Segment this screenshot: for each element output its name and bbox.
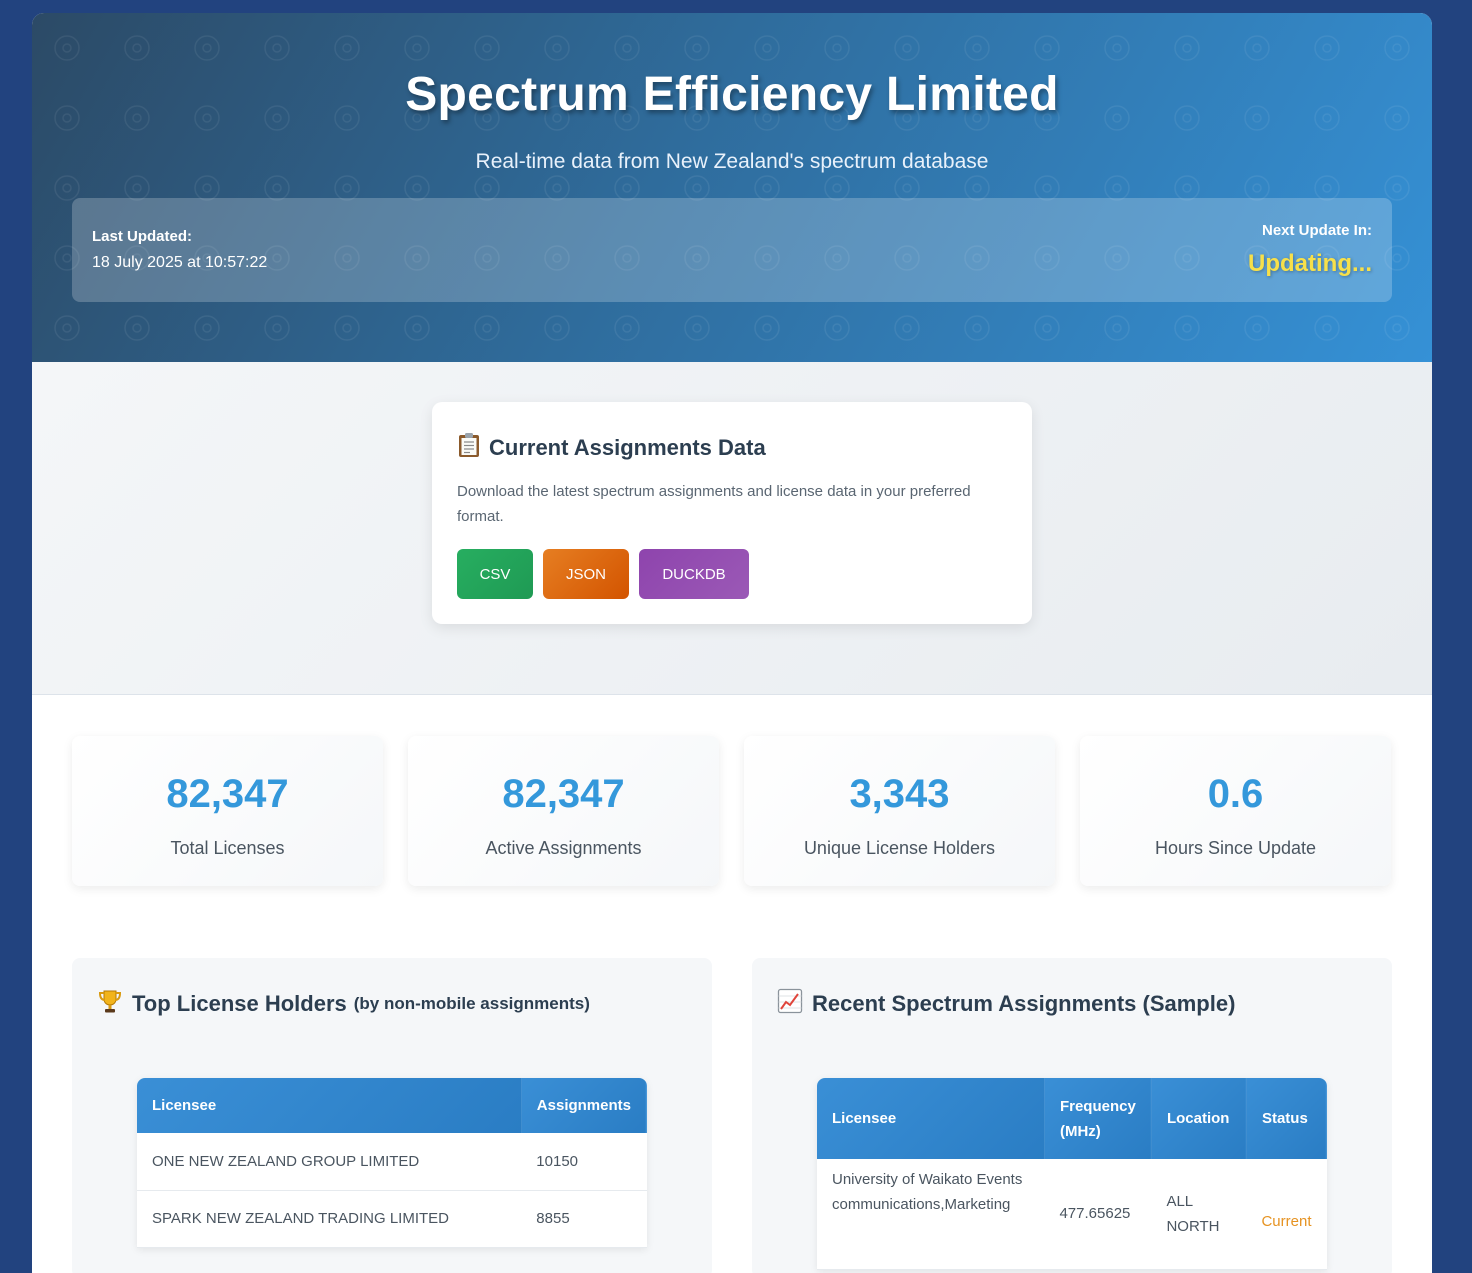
recent-assignments-panel: Recent Spectrum Assignments (Sample) Lic… (752, 958, 1392, 1273)
assignments-cell: 8855 (521, 1190, 647, 1248)
page-title: Spectrum Efficiency Limited (405, 68, 1059, 121)
table-row: SPARK NEW ZEALAND TRADING LIMITED 8855 (137, 1190, 647, 1248)
top-holders-table: Licensee Assignments ONE NEW ZEALAND GRO… (137, 1078, 647, 1248)
download-duckdb-button[interactable]: DUCKDB (639, 549, 749, 599)
download-section: Current Assignments Data Download the la… (32, 362, 1432, 695)
stat-card-hours-since-update: 0.6 Hours Since Update (1080, 736, 1391, 886)
stat-card-unique-holders: 3,343 Unique License Holders (744, 736, 1055, 886)
assignments-cell: 10150 (521, 1133, 647, 1191)
column-header-location[interactable]: Location (1151, 1078, 1247, 1159)
last-updated-value: 18 July 2025 at 10:57:22 (92, 254, 268, 271)
stat-label: Unique License Holders (803, 838, 996, 858)
licensee-cell: SPARK NEW ZEALAND TRADING LIMITED (137, 1190, 522, 1248)
download-title-text: Current Assignments Data (489, 435, 766, 460)
top-holders-title-text: Top License Holders (132, 991, 347, 1016)
download-card: Current Assignments Data Download the la… (432, 402, 1032, 624)
stat-card-active-assignments: 82,347 Active Assignments (408, 736, 719, 886)
trophy-icon (97, 988, 123, 1020)
update-status-bar: Last Updated: 18 July 2025 at 10:57:22 N… (72, 198, 1392, 302)
stat-value: 82,347 (166, 772, 289, 816)
stat-card-total-licenses: 82,347 Total Licenses (72, 736, 383, 886)
frequency-cell: 477.65625 (1044, 1159, 1152, 1270)
licensee-cell: University of Waikato Events communicati… (817, 1159, 1045, 1270)
table-row: University of Waikato Events communicati… (817, 1159, 1327, 1270)
download-card-title: Current Assignments Data (457, 432, 766, 464)
status-cell: Current (1246, 1159, 1327, 1270)
page-subtitle: Real-time data from New Zealand's spectr… (475, 150, 989, 173)
column-header-frequency[interactable]: Frequency (MHz) (1044, 1078, 1152, 1159)
download-description: Download the latest spectrum assignments… (457, 483, 971, 525)
licensee-cell: ONE NEW ZEALAND GROUP LIMITED (137, 1133, 522, 1191)
stat-label: Hours Since Update (1154, 838, 1317, 858)
stat-value: 0.6 (1207, 772, 1264, 816)
recent-assignments-title: Recent Spectrum Assignments (Sample) (777, 988, 1235, 1020)
column-header-status[interactable]: Status (1246, 1078, 1327, 1159)
download-json-button[interactable]: JSON (543, 549, 629, 599)
top-holders-title: Top License Holders (by non-mobile assig… (97, 988, 590, 1020)
clipboard-icon (457, 432, 481, 464)
next-update-value: Updating... (1248, 250, 1372, 277)
top-holders-subtitle: (by non-mobile assignments) (353, 994, 590, 1013)
last-updated-label: Last Updated: (92, 228, 193, 245)
column-header-licensee[interactable]: Licensee (817, 1078, 1045, 1159)
location-cell: ALL NORTH (1151, 1159, 1247, 1270)
column-header-assignments[interactable]: Assignments (521, 1078, 647, 1133)
download-csv-button[interactable]: CSV (457, 549, 533, 599)
stat-label: Total Licenses (170, 838, 285, 858)
next-update-label: Next Update In: (1261, 222, 1372, 239)
dashboard-page: Spectrum Efficiency Limited Real-time da… (32, 13, 1432, 1273)
stat-label: Active Assignments (485, 838, 642, 858)
stat-value: 3,343 (849, 772, 950, 816)
stat-value: 82,347 (502, 772, 625, 816)
column-header-licensee[interactable]: Licensee (137, 1078, 522, 1133)
table-row: ONE NEW ZEALAND GROUP LIMITED 10150 (137, 1133, 647, 1191)
recent-assignments-table-wrap: Licensee Frequency (MHz) Location Status… (817, 1078, 1327, 1270)
top-holders-panel: Top License Holders (by non-mobile assig… (72, 958, 712, 1273)
top-holders-table-wrap: Licensee Assignments ONE NEW ZEALAND GRO… (137, 1078, 647, 1248)
header-background-pattern (32, 13, 1432, 362)
header-banner: Spectrum Efficiency Limited Real-time da… (32, 13, 1432, 362)
chart-increasing-icon (777, 988, 803, 1020)
recent-assignments-table: Licensee Frequency (MHz) Location Status… (817, 1078, 1327, 1270)
recent-assignments-title-text: Recent Spectrum Assignments (Sample) (812, 991, 1236, 1016)
